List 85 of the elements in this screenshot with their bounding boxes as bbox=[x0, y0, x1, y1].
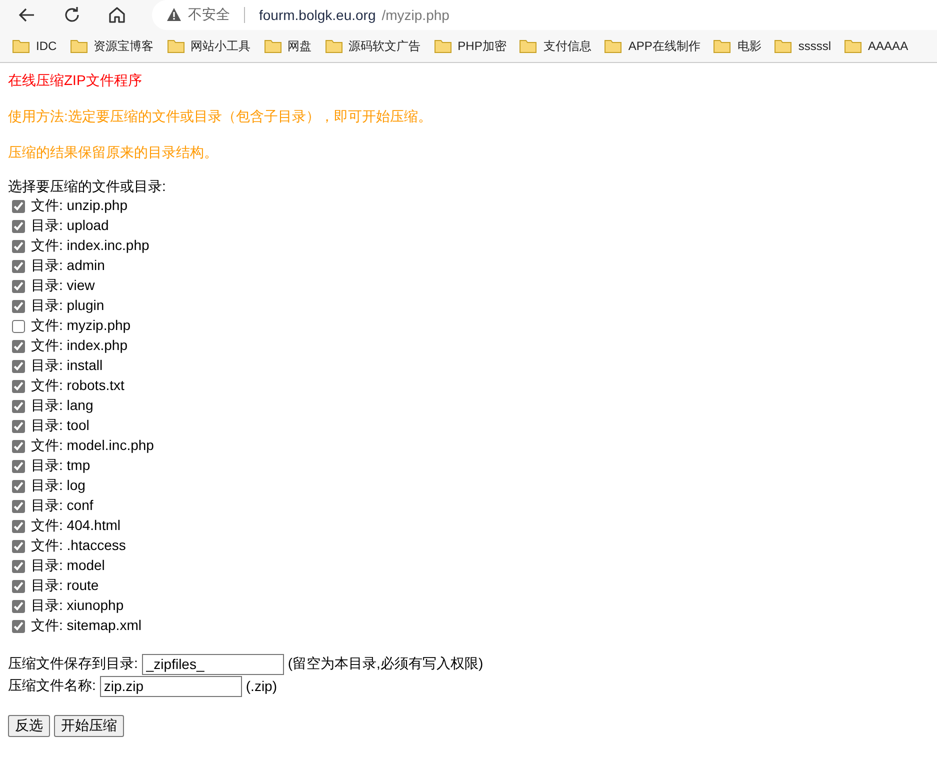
reload-icon[interactable] bbox=[62, 5, 82, 25]
bookmark-link[interactable]: sssssl bbox=[798, 39, 832, 53]
checkbox[interactable] bbox=[12, 260, 25, 272]
item-label: 文件: index.php bbox=[31, 337, 128, 355]
item-label: 目录: view bbox=[31, 277, 95, 295]
bookmark-link[interactable]: 资源宝博客 bbox=[94, 38, 154, 54]
bookmark-link[interactable]: AAAAA bbox=[868, 39, 908, 53]
folder-icon bbox=[324, 38, 343, 54]
save-dir-label: 压缩文件保存到目录: bbox=[8, 655, 138, 673]
bookmark-link[interactable]: 网站小工具 bbox=[190, 38, 251, 54]
checkbox[interactable] bbox=[12, 420, 25, 432]
checkbox[interactable] bbox=[12, 280, 25, 292]
checkbox[interactable] bbox=[12, 240, 25, 252]
checkbox[interactable] bbox=[12, 440, 25, 452]
folder-icon bbox=[70, 38, 88, 54]
item-label: 目录: plugin bbox=[31, 297, 104, 315]
item-label: 文件: robots.txt bbox=[31, 377, 124, 395]
bookmark-link[interactable]: 源码软文广告 bbox=[348, 38, 421, 54]
file-name-label: 压缩文件名称: bbox=[8, 677, 96, 695]
checkbox[interactable] bbox=[12, 300, 25, 312]
item-label: 文件: 404.html bbox=[31, 517, 120, 535]
checkbox[interactable] bbox=[12, 500, 25, 512]
folder-icon bbox=[434, 38, 452, 54]
item-label: 目录: conf bbox=[31, 497, 94, 515]
file-name-field[interactable]: zip.zip bbox=[100, 676, 242, 696]
checkbox[interactable] bbox=[12, 320, 25, 332]
item-label: 文件: sitemap.xml bbox=[31, 617, 142, 635]
checkbox[interactable] bbox=[12, 360, 25, 372]
item-label: 文件: index.inc.php bbox=[31, 237, 150, 255]
page-title: 在线压缩ZIP文件程序 bbox=[8, 71, 143, 90]
folder-icon bbox=[713, 38, 732, 54]
bookmark-link[interactable]: 支付信息 bbox=[543, 38, 592, 54]
checkbox[interactable] bbox=[12, 380, 25, 392]
checkbox[interactable] bbox=[12, 460, 25, 472]
bookmark-link[interactable]: 电影 bbox=[737, 38, 762, 54]
folder-icon bbox=[166, 38, 185, 54]
item-label: 目录: install bbox=[31, 357, 103, 375]
bookmark-link[interactable]: APP在线制作 bbox=[628, 38, 700, 54]
save-dir-field[interactable]: _zipfiles_ bbox=[142, 654, 284, 674]
folder-icon bbox=[604, 38, 622, 54]
bookmark-link[interactable]: PHP加密 bbox=[458, 38, 506, 54]
folder-icon bbox=[519, 38, 538, 54]
warning-icon bbox=[166, 7, 182, 23]
checkbox[interactable] bbox=[12, 620, 25, 632]
item-label: 目录: tmp bbox=[31, 457, 90, 475]
bookmark-link[interactable]: IDC bbox=[36, 39, 57, 53]
item-label: 目录: tool bbox=[31, 417, 90, 435]
checkbox[interactable] bbox=[12, 340, 25, 352]
item-label: 文件: model.inc.php bbox=[31, 437, 154, 455]
item-label: 文件: unzip.php bbox=[31, 197, 128, 215]
item-label: 目录: log bbox=[31, 477, 86, 495]
checkbox[interactable] bbox=[12, 200, 25, 212]
checkbox[interactable] bbox=[12, 540, 25, 552]
checkbox[interactable] bbox=[12, 580, 25, 592]
home-icon[interactable] bbox=[107, 5, 127, 25]
item-label: 目录: route bbox=[31, 577, 99, 595]
item-label: 文件: .htaccess bbox=[31, 537, 126, 555]
checkbox[interactable] bbox=[12, 560, 25, 572]
checkbox[interactable] bbox=[12, 400, 25, 412]
item-label: 文件: myzip.php bbox=[31, 317, 131, 335]
url-host: fourm.bolgk.eu.org bbox=[259, 7, 376, 23]
security-label: 不安全 bbox=[188, 6, 230, 24]
form-button[interactable]: 开始压缩 bbox=[54, 715, 124, 737]
checkbox[interactable] bbox=[12, 480, 25, 492]
item-label: 目录: upload bbox=[31, 217, 109, 235]
usage-text: 使用方法:选定要压缩的文件或目录（包含子目录），即可开始压缩。 bbox=[8, 107, 433, 126]
folder-icon bbox=[12, 38, 30, 54]
select-label: 选择要压缩的文件或目录: bbox=[8, 177, 167, 196]
checkbox[interactable] bbox=[12, 600, 25, 612]
checkbox[interactable] bbox=[12, 220, 25, 232]
folder-icon bbox=[774, 38, 792, 54]
item-label: 目录: model bbox=[31, 557, 105, 575]
item-label: 目录: lang bbox=[31, 397, 94, 415]
bookmark-link[interactable]: 网盘 bbox=[288, 38, 312, 54]
folder-icon bbox=[264, 38, 282, 54]
item-label: 目录: xiunophp bbox=[31, 597, 124, 615]
address-bar[interactable]: 不安全 fourm.bolgk.eu.org /myzip.php bbox=[152, 0, 937, 30]
file-name-hint: (.zip) bbox=[246, 678, 278, 694]
folder-icon bbox=[844, 38, 862, 54]
item-label: 目录: admin bbox=[31, 257, 105, 275]
checkbox[interactable] bbox=[12, 520, 25, 532]
url-path: /myzip.php bbox=[382, 7, 450, 23]
save-dir-hint: (留空为本目录,必须有写入权限) bbox=[288, 655, 484, 673]
note-text: 压缩的结果保留原来的目录结构。 bbox=[8, 143, 219, 162]
form-button[interactable]: 反选 bbox=[8, 715, 50, 737]
